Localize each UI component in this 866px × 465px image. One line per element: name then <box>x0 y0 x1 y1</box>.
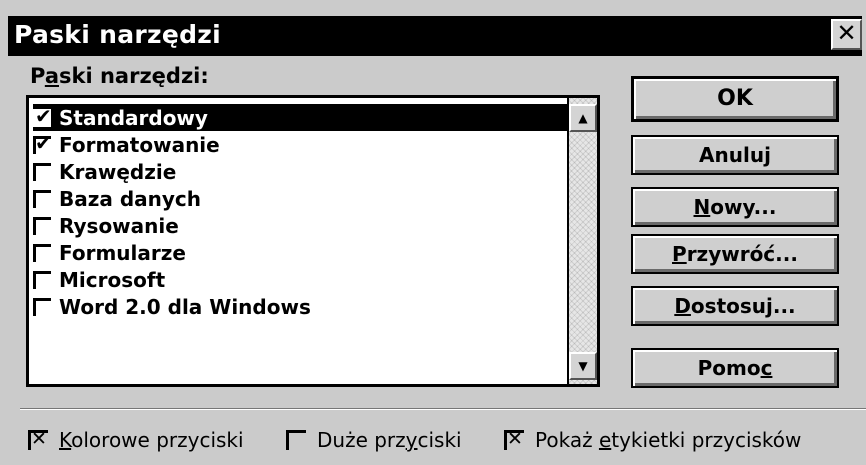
toolbar-checkbox[interactable] <box>33 270 51 289</box>
new-button[interactable]: Nowy... <box>631 187 839 227</box>
toolbar-checkbox[interactable] <box>33 131 52 155</box>
close-icon: ✕ <box>836 19 857 47</box>
toolbar-checkbox[interactable] <box>33 162 51 181</box>
ok-button[interactable]: OK <box>631 76 839 122</box>
list-item[interactable]: Formularze <box>33 239 571 266</box>
toolbars-list-label: Paski narzędzi: <box>30 64 209 88</box>
toolbar-checkbox[interactable] <box>33 189 51 208</box>
toolbars-dialog: Paski narzędzi ✕ Paski narzędzi: Standar… <box>0 0 866 465</box>
color-buttons-option[interactable]: Kolorowe przyciski <box>28 428 244 452</box>
customize-button[interactable]: Dostosuj... <box>631 286 839 326</box>
toolbar-checkbox[interactable] <box>33 104 52 128</box>
close-button[interactable]: ✕ <box>831 19 862 50</box>
toolbars-list-items: StandardowyFormatowanieKrawędzieBaza dan… <box>33 104 571 320</box>
arrow-up-icon: ▲ <box>578 111 588 125</box>
scroll-down-button[interactable]: ▼ <box>569 352 597 380</box>
list-item[interactable]: Word 2.0 dla Windows <box>33 293 571 320</box>
list-scrollbar[interactable]: ▲ ▼ <box>567 98 597 384</box>
arrow-down-icon: ▼ <box>578 359 588 373</box>
list-item[interactable]: Formatowanie <box>33 131 571 158</box>
list-item[interactable]: Standardowy <box>33 104 571 131</box>
large-buttons-label: Duże przyciski <box>317 428 462 452</box>
list-item[interactable]: Baza danych <box>33 185 571 212</box>
separator <box>20 408 866 410</box>
reset-button[interactable]: Przywróć... <box>631 234 839 274</box>
list-item[interactable]: Microsoft <box>33 266 571 293</box>
toolbar-checkbox[interactable] <box>33 216 51 235</box>
color-buttons-label: Kolorowe przyciski <box>59 428 244 452</box>
toolbar-label: Word 2.0 dla Windows <box>59 294 311 319</box>
toolbar-label: Microsoft <box>59 267 166 292</box>
toolbar-label: Formularze <box>59 240 186 265</box>
help-button[interactable]: Pomoc <box>631 348 839 388</box>
dialog-title: Paski narzędzi <box>14 20 222 49</box>
show-tooltips-checkbox[interactable] <box>504 428 524 450</box>
scroll-up-button[interactable]: ▲ <box>569 104 597 132</box>
show-tooltips-label: Pokaż etykietki przycisków <box>535 428 802 452</box>
color-buttons-checkbox[interactable] <box>28 428 48 450</box>
toolbar-label: Baza danych <box>59 186 202 211</box>
toolbar-label: Krawędzie <box>59 159 177 184</box>
toolbar-checkbox[interactable] <box>33 243 51 262</box>
large-buttons-option[interactable]: Duże przyciski <box>286 428 462 452</box>
list-item[interactable]: Rysowanie <box>33 212 571 239</box>
cancel-button[interactable]: Anuluj <box>631 135 839 175</box>
toolbar-label: Formatowanie <box>59 132 220 157</box>
title-bar[interactable]: Paski narzędzi ✕ <box>8 16 862 56</box>
show-tooltips-option[interactable]: Pokaż etykietki przycisków <box>504 428 801 452</box>
list-item[interactable]: Krawędzie <box>33 158 571 185</box>
toolbar-label: Rysowanie <box>59 213 179 238</box>
toolbar-label: Standardowy <box>59 105 208 130</box>
toolbar-checkbox[interactable] <box>33 297 51 316</box>
toolbars-listbox[interactable]: StandardowyFormatowanieKrawędzieBaza dan… <box>26 95 600 387</box>
large-buttons-checkbox[interactable] <box>286 430 306 450</box>
